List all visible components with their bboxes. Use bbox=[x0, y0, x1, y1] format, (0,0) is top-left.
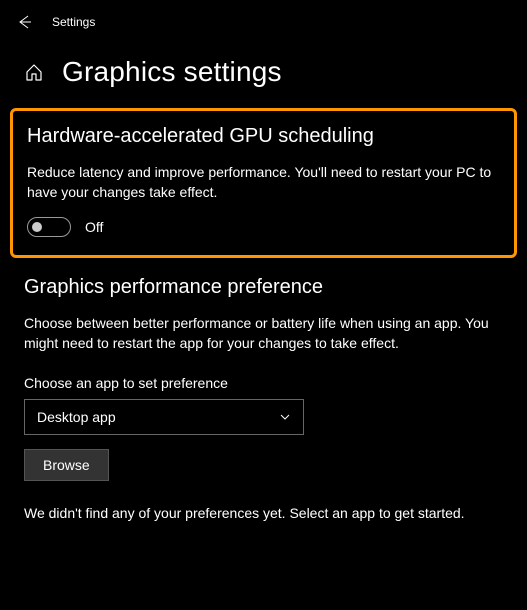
back-button[interactable] bbox=[16, 14, 32, 30]
gpu-scheduling-section: Hardware-accelerated GPU scheduling Redu… bbox=[10, 108, 517, 258]
gpu-section-description: Reduce latency and improve performance. … bbox=[27, 162, 500, 203]
chevron-down-icon bbox=[279, 411, 291, 423]
gpu-toggle-row: Off bbox=[27, 217, 500, 237]
page-title: Graphics settings bbox=[62, 56, 282, 88]
gpu-section-title: Hardware-accelerated GPU scheduling bbox=[27, 125, 500, 148]
performance-section: Graphics performance preference Choose b… bbox=[24, 276, 503, 354]
gpu-toggle[interactable] bbox=[27, 217, 71, 237]
browse-button[interactable]: Browse bbox=[24, 449, 109, 481]
choose-app-label: Choose an app to set preference bbox=[24, 375, 503, 391]
home-icon bbox=[24, 62, 44, 82]
arrow-left-icon bbox=[16, 14, 32, 30]
home-button[interactable] bbox=[24, 62, 44, 82]
page-header: Graphics settings bbox=[0, 44, 527, 108]
footer-text: We didn't find any of your preferences y… bbox=[24, 503, 503, 523]
topbar: Settings bbox=[0, 0, 527, 44]
content: Hardware-accelerated GPU scheduling Redu… bbox=[0, 108, 527, 523]
perf-section-description: Choose between better performance or bat… bbox=[24, 313, 503, 354]
select-value: Desktop app bbox=[37, 409, 116, 425]
app-type-select[interactable]: Desktop app bbox=[24, 399, 304, 435]
toggle-knob bbox=[32, 222, 42, 232]
topbar-title: Settings bbox=[52, 15, 95, 29]
gpu-toggle-label: Off bbox=[85, 219, 103, 235]
perf-section-title: Graphics performance preference bbox=[24, 276, 503, 299]
